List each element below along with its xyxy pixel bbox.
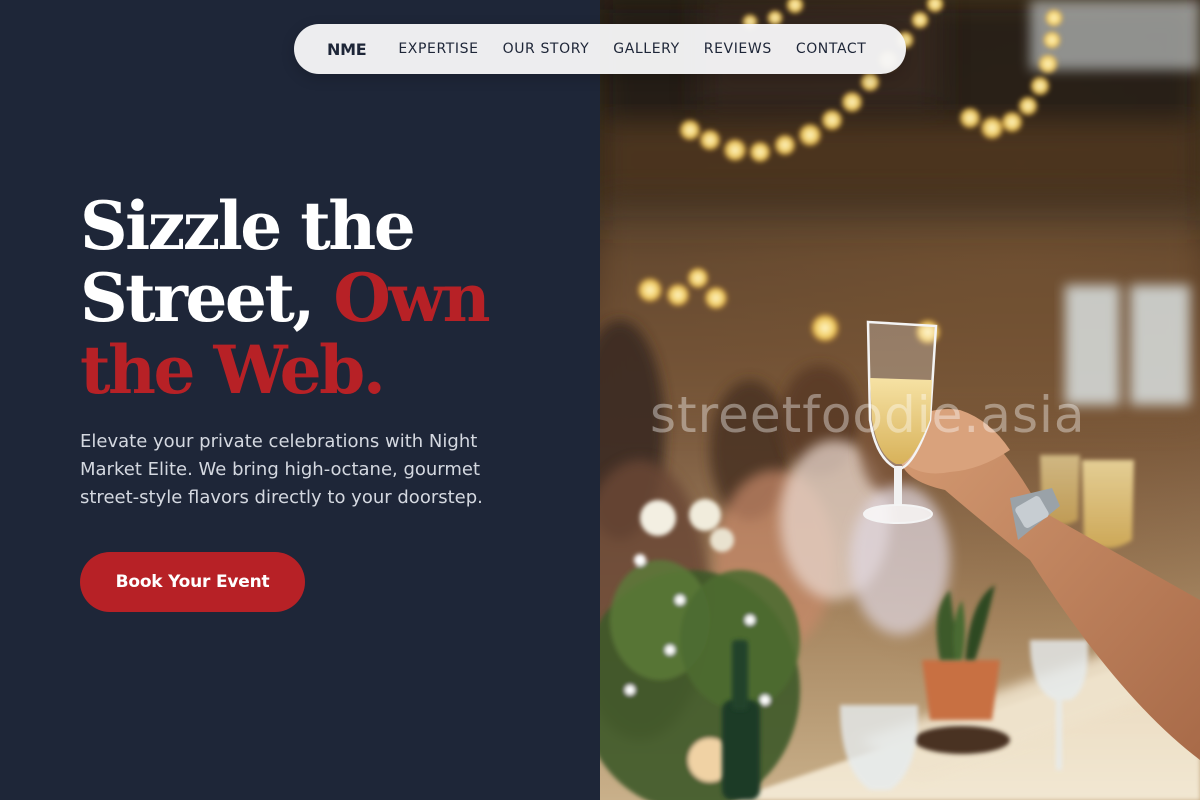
nav-link-our-story[interactable]: OUR STORY (503, 41, 590, 57)
headline-line-3-accent: the Web. (80, 331, 386, 409)
page: streetfoodie.asia NME EXPERTISE OUR STOR… (0, 0, 1200, 800)
hero-photo (600, 0, 1200, 800)
nav-link-gallery[interactable]: GALLERY (613, 41, 679, 57)
book-your-event-button[interactable]: Book Your Event (80, 552, 305, 612)
nav-link-reviews[interactable]: REVIEWS (704, 41, 772, 57)
headline-line-1: Sizzle the (80, 187, 416, 265)
hero-headline: Sizzle the Street, Own the Web. (80, 190, 580, 406)
brand-logo[interactable]: NME (327, 40, 367, 59)
nav-link-contact[interactable]: CONTACT (796, 41, 867, 57)
hero-subtext: Elevate your private celebrations with N… (80, 431, 483, 508)
nav-link-expertise[interactable]: EXPERTISE (398, 41, 478, 57)
headline-line-2-accent: Own (333, 259, 490, 337)
headline-line-2-white: Street, (80, 259, 315, 337)
top-navigation: NME EXPERTISE OUR STORY GALLERY REVIEWS … (294, 24, 906, 74)
hero-photo-overlay (600, 0, 1200, 800)
